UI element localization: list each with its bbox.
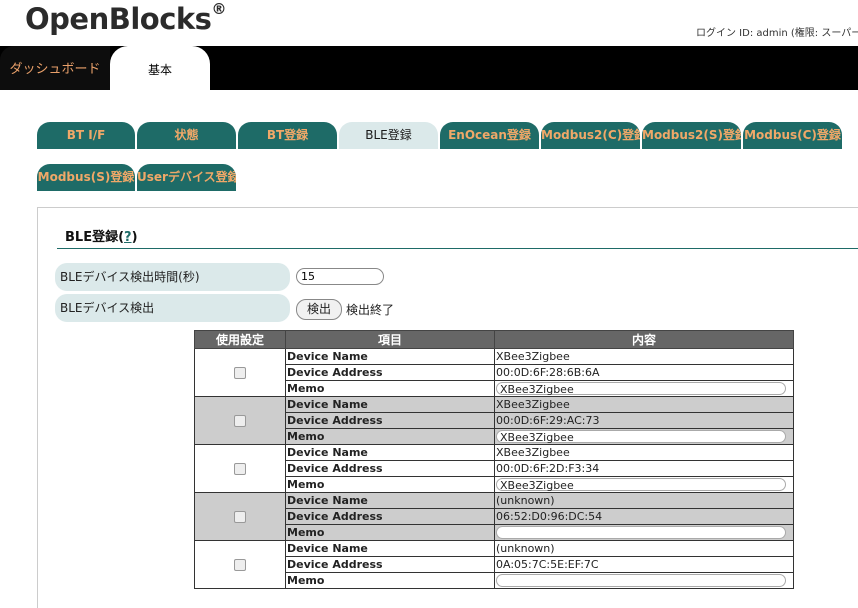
device-table: 使用設定 項目 内容 Device Name XBee3Zigbee Device … <box>194 330 794 589</box>
use-checkbox[interactable] <box>234 414 246 427</box>
device-address-value: 0A:05:7C:5E:EF:7C <box>494 556 794 573</box>
use-setting-cell <box>194 444 286 493</box>
device-name-value: (unknown) <box>494 540 794 557</box>
item-key: Device Name <box>285 444 495 461</box>
use-setting-cell <box>194 492 286 541</box>
detect-status: 検出終了 <box>346 303 395 317</box>
item-key: Memo <box>285 428 495 445</box>
detect-time-input[interactable] <box>296 268 384 285</box>
table-row: Device Name XBee3Zigbee <box>194 396 794 445</box>
tab-user-device-register[interactable]: Userデバイス登録 <box>137 164 236 191</box>
device-address-value: 00:0D:6F:2D:F3:34 <box>494 460 794 477</box>
memo-input[interactable]: XBee3Zigbee <box>496 430 786 444</box>
use-checkbox[interactable] <box>234 510 246 523</box>
memo-cell: XBee3Zigbee <box>494 380 794 397</box>
col-use-setting: 使用設定 <box>194 330 286 349</box>
memo-cell: XBee3Zigbee <box>494 476 794 493</box>
tab-enocean-register[interactable]: EnOcean登録 <box>440 122 539 149</box>
login-info: ログイン ID: admin (権限: スーパーユ <box>696 28 858 39</box>
tab-modbusc-register[interactable]: Modbus(C)登録 <box>743 122 842 149</box>
item-key: Device Name <box>285 396 495 413</box>
help-link[interactable]: ? <box>124 230 132 245</box>
device-name-value: (unknown) <box>494 492 794 509</box>
col-item: 項目 <box>285 330 495 349</box>
device-name-value: XBee3Zigbee <box>494 444 794 461</box>
memo-input[interactable] <box>496 526 786 539</box>
memo-input[interactable]: XBee3Zigbee <box>496 382 786 396</box>
use-setting-cell <box>194 396 286 445</box>
table-row: Device Name (unknown) <box>194 540 794 589</box>
use-checkbox[interactable] <box>234 462 246 475</box>
tab-dashboard[interactable]: ダッシュボード <box>0 46 110 90</box>
device-name-value: XBee3Zigbee <box>494 396 794 413</box>
tab-status[interactable]: 状態 <box>137 122 236 149</box>
use-checkbox[interactable] <box>234 558 246 571</box>
device-address-value: 00:0D:6F:29:AC:73 <box>494 412 794 429</box>
memo-input[interactable] <box>496 574 786 587</box>
brand-logo: OpenBlocks® <box>25 0 226 36</box>
item-key: Device Address <box>285 364 495 381</box>
item-key: Device Name <box>285 540 495 557</box>
item-key: Device Address <box>285 412 495 429</box>
tab-basic[interactable]: 基本 <box>110 46 210 90</box>
table-row: Device Name (unknown) <box>194 492 794 541</box>
item-key: Device Address <box>285 556 495 573</box>
item-key: Device Name <box>285 492 495 509</box>
memo-cell: XBee3Zigbee <box>494 428 794 445</box>
detect-button[interactable]: 検出 <box>296 299 342 320</box>
detect-label: BLEデバイス検出 <box>55 294 290 322</box>
table-row: Device Name XBee3Zigbee <box>194 444 794 493</box>
tab-modbus2c-register[interactable]: Modbus2(C)登録 <box>541 122 640 149</box>
device-address-value: 00:0D:6F:28:6B:6A <box>494 364 794 381</box>
table-row: Device Name XBee3Zigbee <box>194 348 794 397</box>
tab-modbuss-register[interactable]: Modbus(S)登録 <box>37 164 135 191</box>
item-key: Device Name <box>285 348 495 365</box>
divider <box>57 248 858 249</box>
use-setting-cell <box>194 348 286 397</box>
use-checkbox[interactable] <box>234 366 246 379</box>
item-key: Device Address <box>285 460 495 477</box>
col-content: 内容 <box>494 330 794 349</box>
tab-bt-if[interactable]: BT I/F <box>37 122 135 149</box>
tab-ble-register[interactable]: BLE登録 <box>339 122 438 149</box>
use-setting-cell <box>194 540 286 589</box>
memo-cell <box>494 524 794 541</box>
memo-cell <box>494 572 794 589</box>
item-key: Memo <box>285 524 495 541</box>
section-title: BLE登録(?) <box>65 230 138 245</box>
item-key: Device Address <box>285 508 495 525</box>
detect-time-label: BLEデバイス検出時間(秒) <box>55 263 290 291</box>
item-key: Memo <box>285 380 495 397</box>
memo-input[interactable]: XBee3Zigbee <box>496 478 786 492</box>
item-key: Memo <box>285 476 495 493</box>
device-name-value: XBee3Zigbee <box>494 348 794 365</box>
device-address-value: 06:52:D0:96:DC:54 <box>494 508 794 525</box>
tab-bt-register[interactable]: BT登録 <box>238 122 337 149</box>
top-nav: ダッシュボード 基本 <box>0 46 858 90</box>
item-key: Memo <box>285 572 495 589</box>
tab-modbus2s-register[interactable]: Modbus2(S)登録 <box>642 122 741 149</box>
